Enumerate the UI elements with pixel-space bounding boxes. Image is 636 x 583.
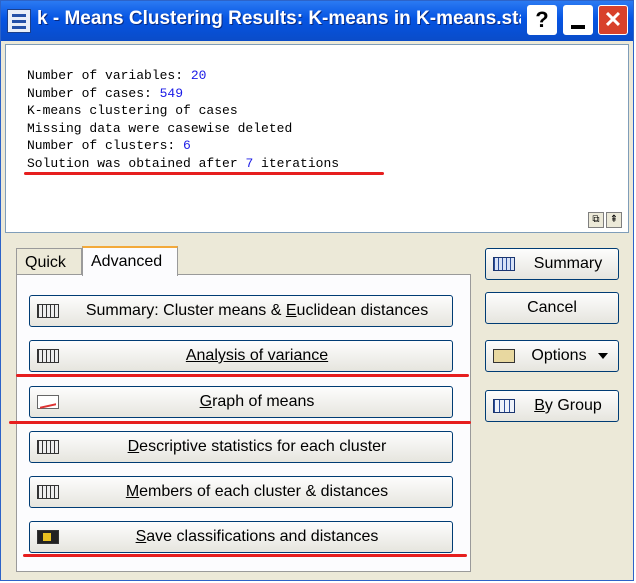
table-icon: [37, 485, 59, 499]
expand-output-button[interactable]: ⇞: [606, 212, 622, 228]
dropdown-arrow-icon: [598, 353, 608, 359]
table-icon: [37, 304, 59, 318]
output-line-method: K-means clustering of cases: [27, 103, 238, 118]
save-classifications-button[interactable]: Save classifications and distances: [29, 521, 453, 553]
options-button[interactable]: Options: [485, 340, 619, 372]
output-line-clusters: Number of clusters: 6: [27, 138, 191, 153]
table-icon: [37, 349, 59, 363]
by-group-icon: [493, 399, 515, 413]
summary-button[interactable]: Summary: [485, 248, 619, 280]
app-icon[interactable]: [7, 9, 31, 33]
table-icon: [493, 257, 515, 271]
tab-quick[interactable]: Quick: [16, 248, 82, 274]
output-line-variables: Number of variables: 20: [27, 68, 207, 83]
window-title: k - Means Clustering Results: K-means in…: [37, 8, 521, 29]
close-button[interactable]: ✕: [598, 5, 628, 35]
output-lines: Number of variables: 20 Number of cases:…: [27, 67, 339, 172]
descriptive-statistics-button[interactable]: Descriptive statistics for each cluster: [29, 431, 453, 463]
table-icon: [37, 440, 59, 454]
summary-cluster-means-button[interactable]: Summary: Cluster means & Euclidean dista…: [29, 295, 453, 327]
minimize-button[interactable]: [563, 5, 593, 35]
by-group-button[interactable]: By Group: [485, 390, 619, 422]
minimize-icon: [571, 25, 585, 29]
analysis-of-variance-button[interactable]: Analysis of variance: [29, 340, 453, 372]
copy-output-button[interactable]: ⧉: [588, 212, 604, 228]
help-button[interactable]: ?: [527, 5, 557, 35]
output-text-area[interactable]: Number of variables: 20 Number of cases:…: [5, 44, 629, 233]
line-graph-icon: [37, 395, 59, 409]
cancel-button[interactable]: Cancel: [485, 292, 619, 324]
annotation-underline-anova: [16, 374, 469, 377]
annotation-underline-iterations: [24, 172, 384, 175]
annotation-underline-save: [23, 554, 467, 557]
options-icon: [493, 349, 515, 363]
copy-icon: ⧉: [592, 214, 600, 225]
results-window: k - Means Clustering Results: K-means in…: [0, 0, 634, 581]
output-line-iterations: Solution was obtained after 7 iterations: [27, 155, 340, 171]
title-bar[interactable]: k - Means Clustering Results: K-means in…: [1, 1, 633, 41]
tab-advanced[interactable]: Advanced: [82, 246, 178, 276]
members-of-each-cluster-button[interactable]: Members of each cluster & distances: [29, 476, 453, 508]
save-icon: [37, 530, 59, 544]
output-line-missing: Missing data were casewise deleted: [27, 120, 293, 136]
output-line-cases: Number of cases: 549: [27, 85, 184, 101]
graph-of-means-button[interactable]: Graph of means: [29, 386, 453, 418]
annotation-underline-graph: [9, 421, 471, 424]
